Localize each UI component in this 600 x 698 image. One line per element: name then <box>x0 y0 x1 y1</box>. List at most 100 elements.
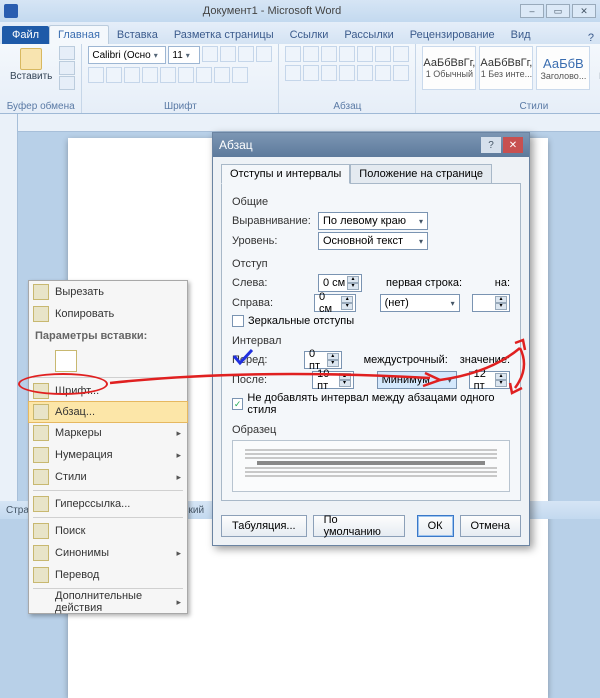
style-normal[interactable]: АаБбВвГг,1 Обычный <box>422 46 476 90</box>
ribbon-tabs: Файл Главная Вставка Разметка страницы С… <box>0 22 600 44</box>
font-icon <box>33 383 49 399</box>
tab-references[interactable]: Ссылки <box>282 26 337 44</box>
ctx-bullets[interactable]: Маркеры▸ <box>29 422 187 444</box>
highlight-icon[interactable] <box>214 67 230 83</box>
left-spin[interactable]: 0 см▴▾ <box>318 274 362 292</box>
clear-format-icon[interactable] <box>256 46 272 62</box>
cut-icon[interactable] <box>59 46 75 60</box>
ctx-hyperlink[interactable]: Гиперссылка... <box>29 493 187 515</box>
subscript-icon[interactable] <box>160 67 176 83</box>
underline-icon[interactable] <box>124 67 140 83</box>
line-spacing-icon[interactable] <box>357 65 373 81</box>
show-marks-icon[interactable] <box>393 46 409 62</box>
ok-button[interactable]: ОК <box>417 515 454 537</box>
font-color-icon[interactable] <box>232 67 248 83</box>
value-spin[interactable]: 12 пт▴▾ <box>469 371 510 389</box>
change-styles-button[interactable]: Изменить стили <box>593 46 600 93</box>
noaddspace-checkbox[interactable]: ✓Не добавлять интервал между абзацами од… <box>232 392 510 416</box>
default-button[interactable]: По умолчанию <box>313 515 405 537</box>
tab-mailings[interactable]: Рассылки <box>336 26 401 44</box>
by-spin[interactable]: ▴▾ <box>472 294 510 312</box>
dialog-title: Абзац <box>219 138 253 152</box>
firstline-select[interactable]: (нет)▾ <box>380 294 460 312</box>
right-label: Справа: <box>232 297 308 309</box>
ctx-translate[interactable]: Перевод <box>29 564 187 586</box>
ctx-search[interactable]: Поиск <box>29 520 187 542</box>
borders-icon[interactable] <box>393 65 409 81</box>
ctx-numbering[interactable]: Нумерация▸ <box>29 444 187 466</box>
paste-button[interactable]: Вставить <box>6 46 56 84</box>
ctx-copy[interactable]: Копировать <box>29 303 187 325</box>
font-size-combo[interactable]: 11▾ <box>168 46 200 64</box>
linespace-select[interactable]: Минимум▾ <box>377 371 457 389</box>
value-label: значение: <box>460 354 510 366</box>
paragraph-icon <box>33 404 49 420</box>
style-heading[interactable]: АаБбВЗаголово... <box>536 46 590 90</box>
window-title: Документ1 - Microsoft Word <box>203 5 341 17</box>
dialog-help-button[interactable]: ? <box>481 137 501 153</box>
app-icon <box>4 4 18 18</box>
indent-dec-icon[interactable] <box>339 46 355 62</box>
tab-layout[interactable]: Разметка страницы <box>166 26 282 44</box>
bullets-icon[interactable] <box>285 46 301 62</box>
ctx-paragraph[interactable]: Абзац... <box>28 401 188 423</box>
after-label: После: <box>232 374 306 386</box>
tab-insert[interactable]: Вставка <box>109 26 166 44</box>
numbering-icon[interactable] <box>303 46 319 62</box>
text-effects-icon[interactable] <box>196 67 212 83</box>
shading-icon[interactable] <box>375 65 391 81</box>
firstline-label: первая строка: <box>386 277 462 289</box>
align-center-icon[interactable] <box>303 65 319 81</box>
minimize-button[interactable]: – <box>520 4 544 18</box>
align-right-icon[interactable] <box>321 65 337 81</box>
ctx-extra[interactable]: Дополнительные действия▸ <box>29 591 187 613</box>
grow-font-icon[interactable] <box>202 46 218 62</box>
maximize-button[interactable]: ▭ <box>546 4 570 18</box>
indent-inc-icon[interactable] <box>357 46 373 62</box>
section-indent: Отступ <box>232 258 510 270</box>
sort-icon[interactable] <box>375 46 391 62</box>
after-spin[interactable]: 10 пт▴▾ <box>312 371 353 389</box>
ctx-cut[interactable]: Вырезать <box>29 281 187 303</box>
alignment-select[interactable]: По левому краю▾ <box>318 212 428 230</box>
dialog-tab-indents[interactable]: Отступы и интервалы <box>221 164 350 184</box>
dialog-tab-position[interactable]: Положение на странице <box>350 164 492 184</box>
tab-home[interactable]: Главная <box>49 25 109 44</box>
group-styles: АаБбВвГг,1 Обычный АаБбВвГг,1 Без инте..… <box>416 44 600 113</box>
superscript-icon[interactable] <box>178 67 194 83</box>
dialog-titlebar[interactable]: Абзац ? ✕ <box>213 133 529 157</box>
group-label: Буфер обмена <box>6 100 75 112</box>
tabs-button[interactable]: Табуляция... <box>221 515 307 537</box>
align-left-icon[interactable] <box>285 65 301 81</box>
cancel-button[interactable]: Отмена <box>460 515 521 537</box>
group-clipboard: Вставить Буфер обмена <box>0 44 82 113</box>
group-label: Абзац <box>285 100 409 112</box>
mirror-checkbox[interactable]: Зеркальные отступы <box>232 315 510 327</box>
right-spin[interactable]: 0 см▴▾ <box>314 294 356 312</box>
tab-view[interactable]: Вид <box>503 26 539 44</box>
copy-icon[interactable] <box>59 61 75 75</box>
ctx-styles[interactable]: Стили▸ <box>29 466 187 488</box>
format-painter-icon[interactable] <box>59 76 75 90</box>
before-spin[interactable]: 0 пт▴▾ <box>304 351 342 369</box>
tab-review[interactable]: Рецензирование <box>402 26 503 44</box>
font-name-combo[interactable]: Calibri (Осно▾ <box>88 46 166 64</box>
bold-icon[interactable] <box>88 67 104 83</box>
dialog-close-button[interactable]: ✕ <box>503 137 523 153</box>
multilevel-icon[interactable] <box>321 46 337 62</box>
ctx-font[interactable]: Шрифт... <box>29 380 187 402</box>
strike-icon[interactable] <box>142 67 158 83</box>
close-button[interactable]: ✕ <box>572 4 596 18</box>
style-nospacing[interactable]: АаБбВвГг,1 Без инте... <box>479 46 533 90</box>
help-icon[interactable]: ? <box>588 32 594 44</box>
copy-icon <box>33 306 49 322</box>
file-tab[interactable]: Файл <box>2 26 49 44</box>
level-select[interactable]: Основной текст▾ <box>318 232 428 250</box>
change-case-icon[interactable] <box>238 46 254 62</box>
shrink-font-icon[interactable] <box>220 46 236 62</box>
paste-label: Вставить <box>10 71 52 82</box>
italic-icon[interactable] <box>106 67 122 83</box>
ctx-synonyms[interactable]: Синонимы▸ <box>29 542 187 564</box>
paste-option-icon[interactable] <box>55 350 77 372</box>
justify-icon[interactable] <box>339 65 355 81</box>
